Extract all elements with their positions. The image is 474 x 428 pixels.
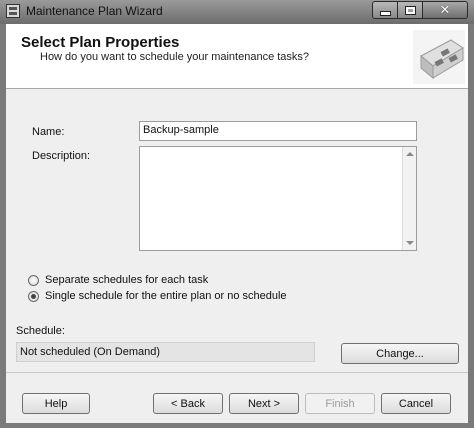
- separate-schedules-radio[interactable]: [28, 274, 39, 286]
- help-button[interactable]: Help: [22, 393, 90, 414]
- window-title: Maintenance Plan Wizard: [26, 4, 163, 18]
- description-label: Description:: [32, 150, 91, 162]
- single-schedule-label: Single schedule for the entire plan or n…: [45, 290, 287, 302]
- schedule-label: Schedule:: [16, 325, 65, 337]
- wizard-window: Maintenance Plan Wizard ✕ Select Plan Pr…: [0, 0, 474, 428]
- schedule-value: Not scheduled (On Demand): [16, 342, 315, 362]
- wizard-header: Select Plan Properties How do you want t…: [6, 24, 468, 89]
- separate-schedules-label: Separate schedules for each task: [45, 274, 209, 286]
- maximize-icon: [404, 5, 416, 15]
- minimize-icon: [379, 11, 391, 16]
- change-schedule-button[interactable]: Change...: [341, 343, 459, 364]
- name-input[interactable]: Backup-sample: [139, 121, 417, 141]
- wizard-footer: Help < Back Next > Finish Cancel: [6, 372, 468, 423]
- scroll-up-icon[interactable]: [406, 152, 414, 156]
- cancel-button[interactable]: Cancel: [381, 393, 451, 414]
- title-bar[interactable]: Maintenance Plan Wizard ✕: [0, 0, 474, 24]
- app-icon: [6, 4, 20, 18]
- finish-button[interactable]: Finish: [305, 393, 375, 414]
- single-schedule-radio[interactable]: [28, 290, 39, 302]
- close-button[interactable]: ✕: [422, 1, 468, 19]
- back-button[interactable]: < Back: [153, 393, 223, 414]
- minimize-button[interactable]: [372, 1, 398, 19]
- description-scrollbar[interactable]: [402, 147, 416, 250]
- next-button[interactable]: Next >: [229, 393, 299, 414]
- page-title: Select Plan Properties: [21, 34, 180, 51]
- description-textarea[interactable]: [139, 146, 417, 251]
- separate-schedules-option[interactable]: Separate schedules for each task: [28, 274, 208, 286]
- wizard-body: Name: Backup-sample Description: Separat…: [6, 89, 468, 372]
- single-schedule-option[interactable]: Single schedule for the entire plan or n…: [28, 290, 287, 302]
- name-label: Name:: [32, 126, 65, 138]
- close-icon: ✕: [439, 2, 451, 17]
- page-subtitle: How do you want to schedule your mainten…: [40, 51, 310, 63]
- wizard-graphic-icon: [413, 30, 465, 84]
- scroll-down-icon[interactable]: [406, 241, 414, 245]
- maximize-button[interactable]: [397, 1, 423, 19]
